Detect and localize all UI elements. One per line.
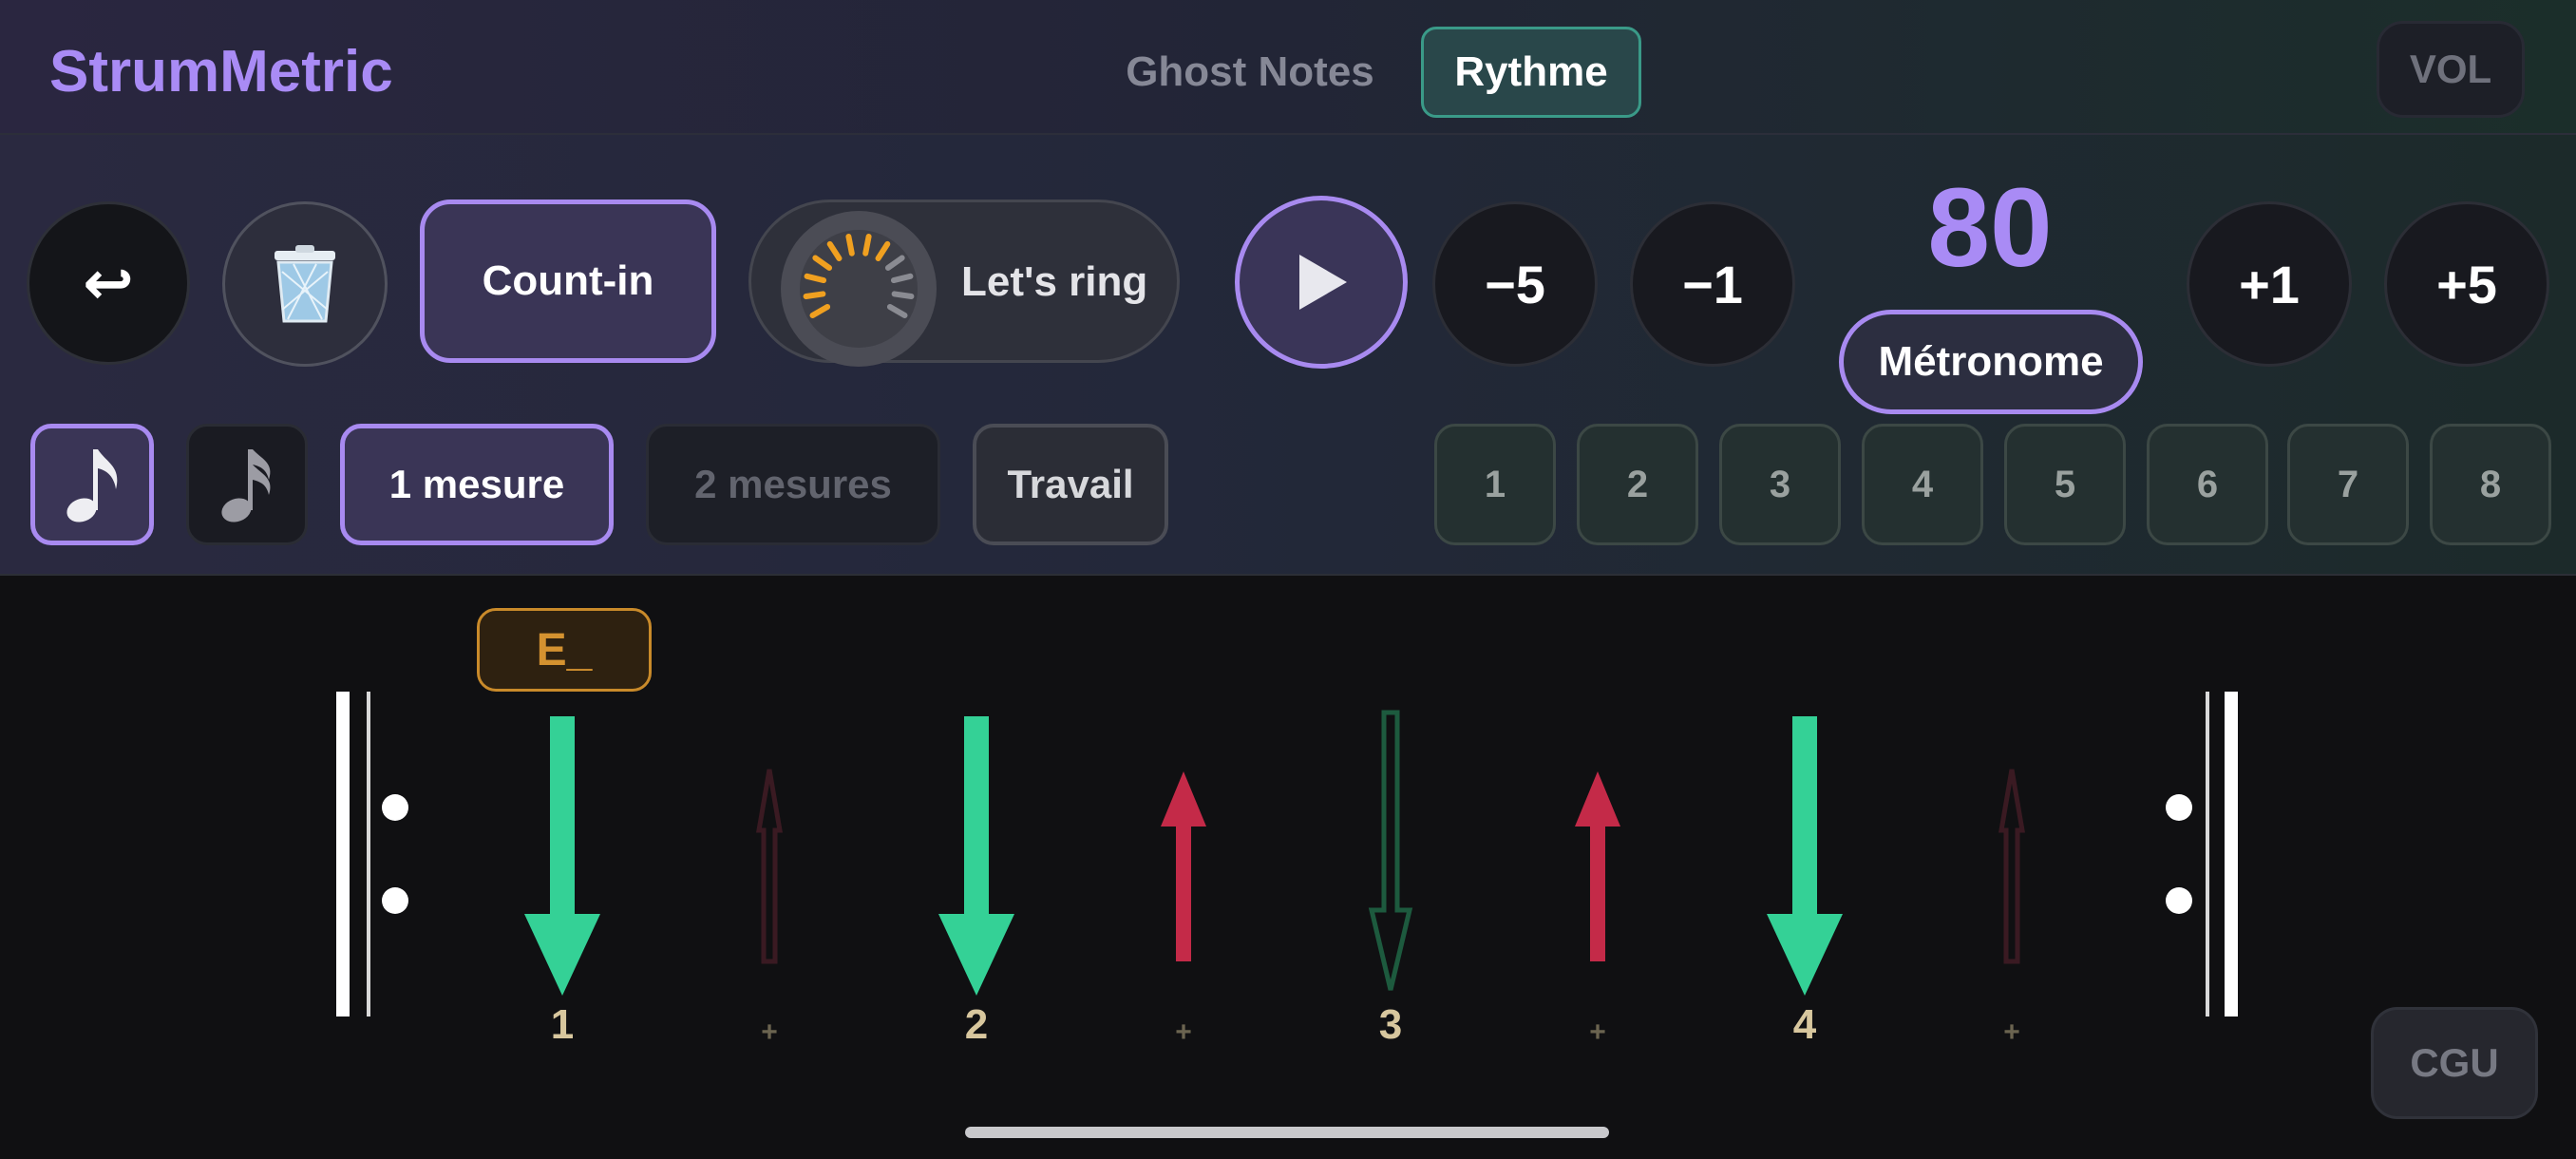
volume-button[interactable]: VOL <box>2377 21 2525 118</box>
eighth-note-button[interactable] <box>30 424 154 545</box>
sixteenth-note-icon <box>221 449 271 522</box>
strum-down-arrow[interactable] <box>1368 710 1413 991</box>
repeat-start-dot-top <box>382 794 408 821</box>
dial-tick <box>862 234 872 256</box>
play-button[interactable] <box>1235 196 1408 369</box>
beat-count-4: 4 <box>1792 1001 1817 1048</box>
strum-up-arrow[interactable] <box>1575 771 1620 961</box>
undo-icon: ↩ <box>83 248 134 317</box>
dial-tick <box>804 273 827 284</box>
repeat-start-dot-bottom <box>382 887 408 914</box>
bpm-value: 80 <box>1927 165 2053 291</box>
clear-button[interactable] <box>222 201 388 367</box>
pattern-5-button[interactable]: 5 <box>2004 424 2126 545</box>
tab-rythme[interactable]: Rythme <box>1421 27 1641 118</box>
pattern-2-button[interactable]: 2 <box>1577 424 1698 545</box>
app-brand: StrumMetric <box>49 39 393 104</box>
repeat-end-thin-bar <box>2206 692 2209 1016</box>
strum-up-arrow[interactable] <box>1998 769 2025 964</box>
beat-count-1: 1 <box>550 1001 575 1048</box>
repeat-start-thin-bar <box>367 692 370 1016</box>
count-in-button[interactable]: Count-in <box>420 200 716 363</box>
strum-staff <box>336 692 2238 1016</box>
pattern-8-button[interactable]: 8 <box>2430 424 2551 545</box>
strum-down-arrow[interactable] <box>938 716 1014 996</box>
lets-ring-knob[interactable] <box>781 211 937 367</box>
one-measure-button[interactable]: 1 mesure <box>340 424 614 545</box>
dial-tick <box>803 291 826 299</box>
two-measures-button[interactable]: 2 mesures <box>646 424 940 545</box>
pattern-6-button[interactable]: 6 <box>2147 424 2268 545</box>
pattern-1-button[interactable]: 1 <box>1434 424 1556 545</box>
tempo-plus-5-button[interactable]: +5 <box>2384 201 2549 367</box>
lets-ring-label: Let's ring <box>961 258 1148 305</box>
strum-up-arrow[interactable] <box>1161 771 1206 961</box>
undo-button[interactable]: ↩ <box>27 201 190 365</box>
repeat-end-dot-bottom <box>2166 887 2192 914</box>
home-indicator <box>965 1127 1609 1138</box>
tempo-plus-1-button[interactable]: +1 <box>2187 201 2352 367</box>
sixteenth-note-button[interactable] <box>186 424 308 545</box>
offbeat-count: + <box>2003 1016 2020 1048</box>
travail-button[interactable]: Travail <box>973 424 1168 545</box>
metronome-button[interactable]: Métronome <box>1839 310 2143 414</box>
cgu-button[interactable]: CGU <box>2371 1007 2538 1119</box>
chord-label[interactable]: E_ <box>477 608 652 692</box>
play-icon <box>1299 255 1347 310</box>
dial-tick <box>891 291 915 299</box>
pattern-3-button[interactable]: 3 <box>1719 424 1841 545</box>
strum-down-arrow[interactable] <box>1767 716 1843 996</box>
eighth-note-icon <box>66 449 118 522</box>
strum-down-arrow[interactable] <box>524 716 600 996</box>
repeat-start-thick-bar <box>336 692 350 1016</box>
strum-up-arrow[interactable] <box>756 769 783 964</box>
offbeat-count: + <box>1175 1016 1192 1048</box>
repeat-end-dot-top <box>2166 794 2192 821</box>
tab-ghost-notes[interactable]: Ghost Notes <box>1108 27 1392 118</box>
dial-tick <box>845 234 855 256</box>
offbeat-count: + <box>761 1016 778 1048</box>
repeat-end-thick-bar <box>2225 692 2238 1016</box>
trash-icon <box>275 245 335 323</box>
beat-count-3: 3 <box>1378 1001 1403 1048</box>
pattern-7-button[interactable]: 7 <box>2287 424 2409 545</box>
dial-tick <box>890 273 914 284</box>
tempo-minus-1-button[interactable]: −1 <box>1630 201 1795 367</box>
pattern-4-button[interactable]: 4 <box>1862 424 1983 545</box>
beat-count-2: 2 <box>964 1001 989 1048</box>
ring-dial-icon <box>800 230 918 348</box>
tempo-minus-5-button[interactable]: −5 <box>1432 201 1598 367</box>
offbeat-count: + <box>1589 1016 1606 1048</box>
